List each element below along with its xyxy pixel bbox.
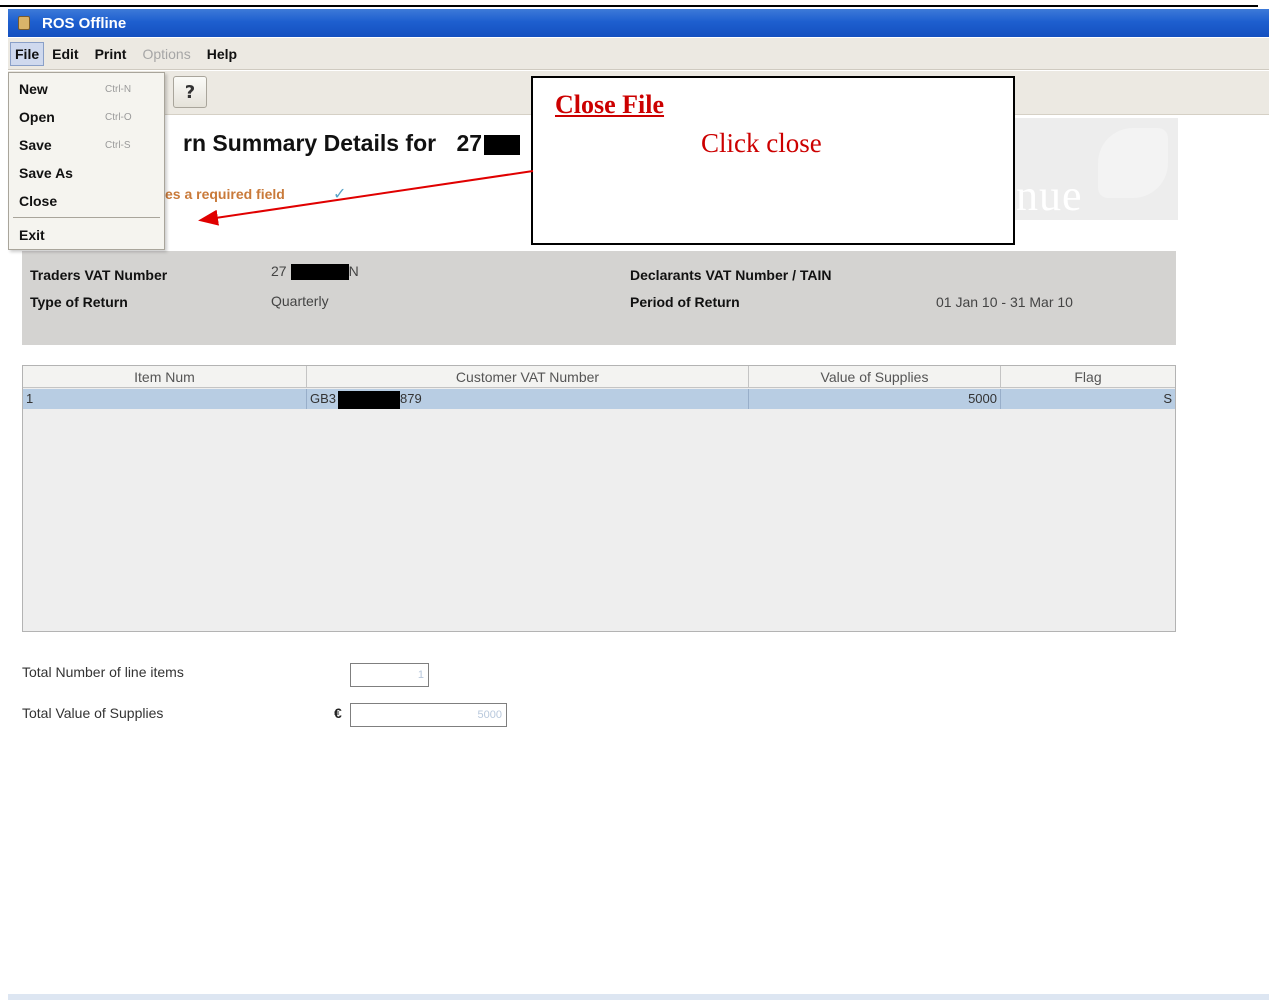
menu-item-new[interactable]: New Ctrl-N [9,77,164,101]
traders-vat-suffix: N [348,263,359,279]
file-menu-dropdown: New Ctrl-N Open Ctrl-O Save Ctrl-S Save … [8,72,165,250]
help-button[interactable]: ? [173,76,207,108]
menu-edit[interactable]: Edit [44,42,86,66]
column-item-num[interactable]: Item Num [23,366,307,388]
menu-item-label: Open [19,109,55,125]
callout-text: Click close [701,128,822,158]
menu-item-label: Exit [19,227,45,243]
window-titlebar: ROS Offline [8,9,1269,37]
menu-item-shortcut: Ctrl-N [105,83,132,95]
menu-file[interactable]: File [10,41,45,66]
brand-text: nue [1016,171,1083,220]
menu-item-shortcut: Ctrl-S [105,139,131,151]
cell-vat-suffix: 879 [400,391,422,406]
return-details-panel: Traders VAT Number 27 N Type of Return Qu… [22,251,1176,345]
currency-symbol: € [334,705,342,721]
cell-vat-prefix: GB3 [310,391,337,406]
total-line-items-label: Total Number of line items [22,664,184,680]
menu-item-exit[interactable]: Exit [9,223,164,247]
menu-options: Options [142,45,191,62]
total-value-label: Total Value of Supplies [22,705,164,721]
menu-item-label: Close [19,193,58,209]
callout-title: Close File [555,90,665,119]
brand-logo-decoration [1098,128,1168,198]
cell-value: 5000 [749,389,1001,409]
period-of-return-value: 01 Jan 10 - 31 Mar 10 [936,294,1073,310]
help-icon: ? [184,81,196,103]
menu-bar: File Edit Print Options Help [8,38,1269,70]
page-title: rn Summary Details for 27 [183,130,521,157]
checkmark-icon: ✓ [333,186,347,203]
menu-item-save[interactable]: Save Ctrl-S [9,133,164,157]
menu-item-open[interactable]: Open Ctrl-O [9,105,164,129]
screenshot-frame: ROS Offline File Edit Print Options Help… [0,0,1269,1000]
redaction-block [484,134,521,155]
column-flag[interactable]: Flag [1001,366,1175,388]
menu-item-shortcut: Ctrl-O [105,111,132,123]
cell-customer-vat: GB3 879 [307,389,749,409]
period-of-return-label: Period of Return [630,294,740,310]
menu-help[interactable]: Help [199,42,245,66]
app-icon [18,16,30,30]
window-title: ROS Offline [42,14,127,32]
top-border [0,0,1258,7]
cell-item-num: 1 [23,389,307,409]
page-title-text: rn Summary Details for [183,130,437,156]
redaction-block [290,264,349,281]
required-field-note: es a required field [165,186,285,202]
traders-vat-label: Traders VAT Number [30,267,168,283]
total-value-field[interactable]: 5000 [350,703,507,727]
menu-item-label: New [19,81,48,97]
column-customer-vat[interactable]: Customer VAT Number [307,366,749,388]
page-title-vat: 27 [456,130,483,156]
total-line-items-field[interactable]: 1 [350,663,429,687]
redaction-block [338,390,401,409]
menu-separator [13,217,160,218]
menu-item-close[interactable]: Close [9,189,164,213]
column-value-of-supplies[interactable]: Value of Supplies [749,366,1001,388]
declarants-vat-label: Declarants VAT Number / TAIN [630,267,832,283]
traders-vat-prefix: 27 [271,263,287,279]
status-strip [8,994,1269,1000]
cell-flag: S [1163,391,1172,406]
menu-item-save-as[interactable]: Save As [9,161,164,185]
annotation-callout: Close File Click close [531,76,1015,245]
type-of-return-label: Type of Return [30,294,128,310]
table-header: Item Num Customer VAT Number Value of Su… [23,366,1175,388]
type-of-return-value: Quarterly [271,293,329,309]
table-row[interactable]: 1 GB3 879 5000 S [23,389,1175,409]
menu-item-label: Save As [19,165,73,181]
line-items-table: Item Num Customer VAT Number Value of Su… [22,365,1176,632]
traders-vat-value: 27 N [271,263,359,281]
menu-print[interactable]: Print [87,42,135,66]
menu-item-label: Save [19,137,52,153]
